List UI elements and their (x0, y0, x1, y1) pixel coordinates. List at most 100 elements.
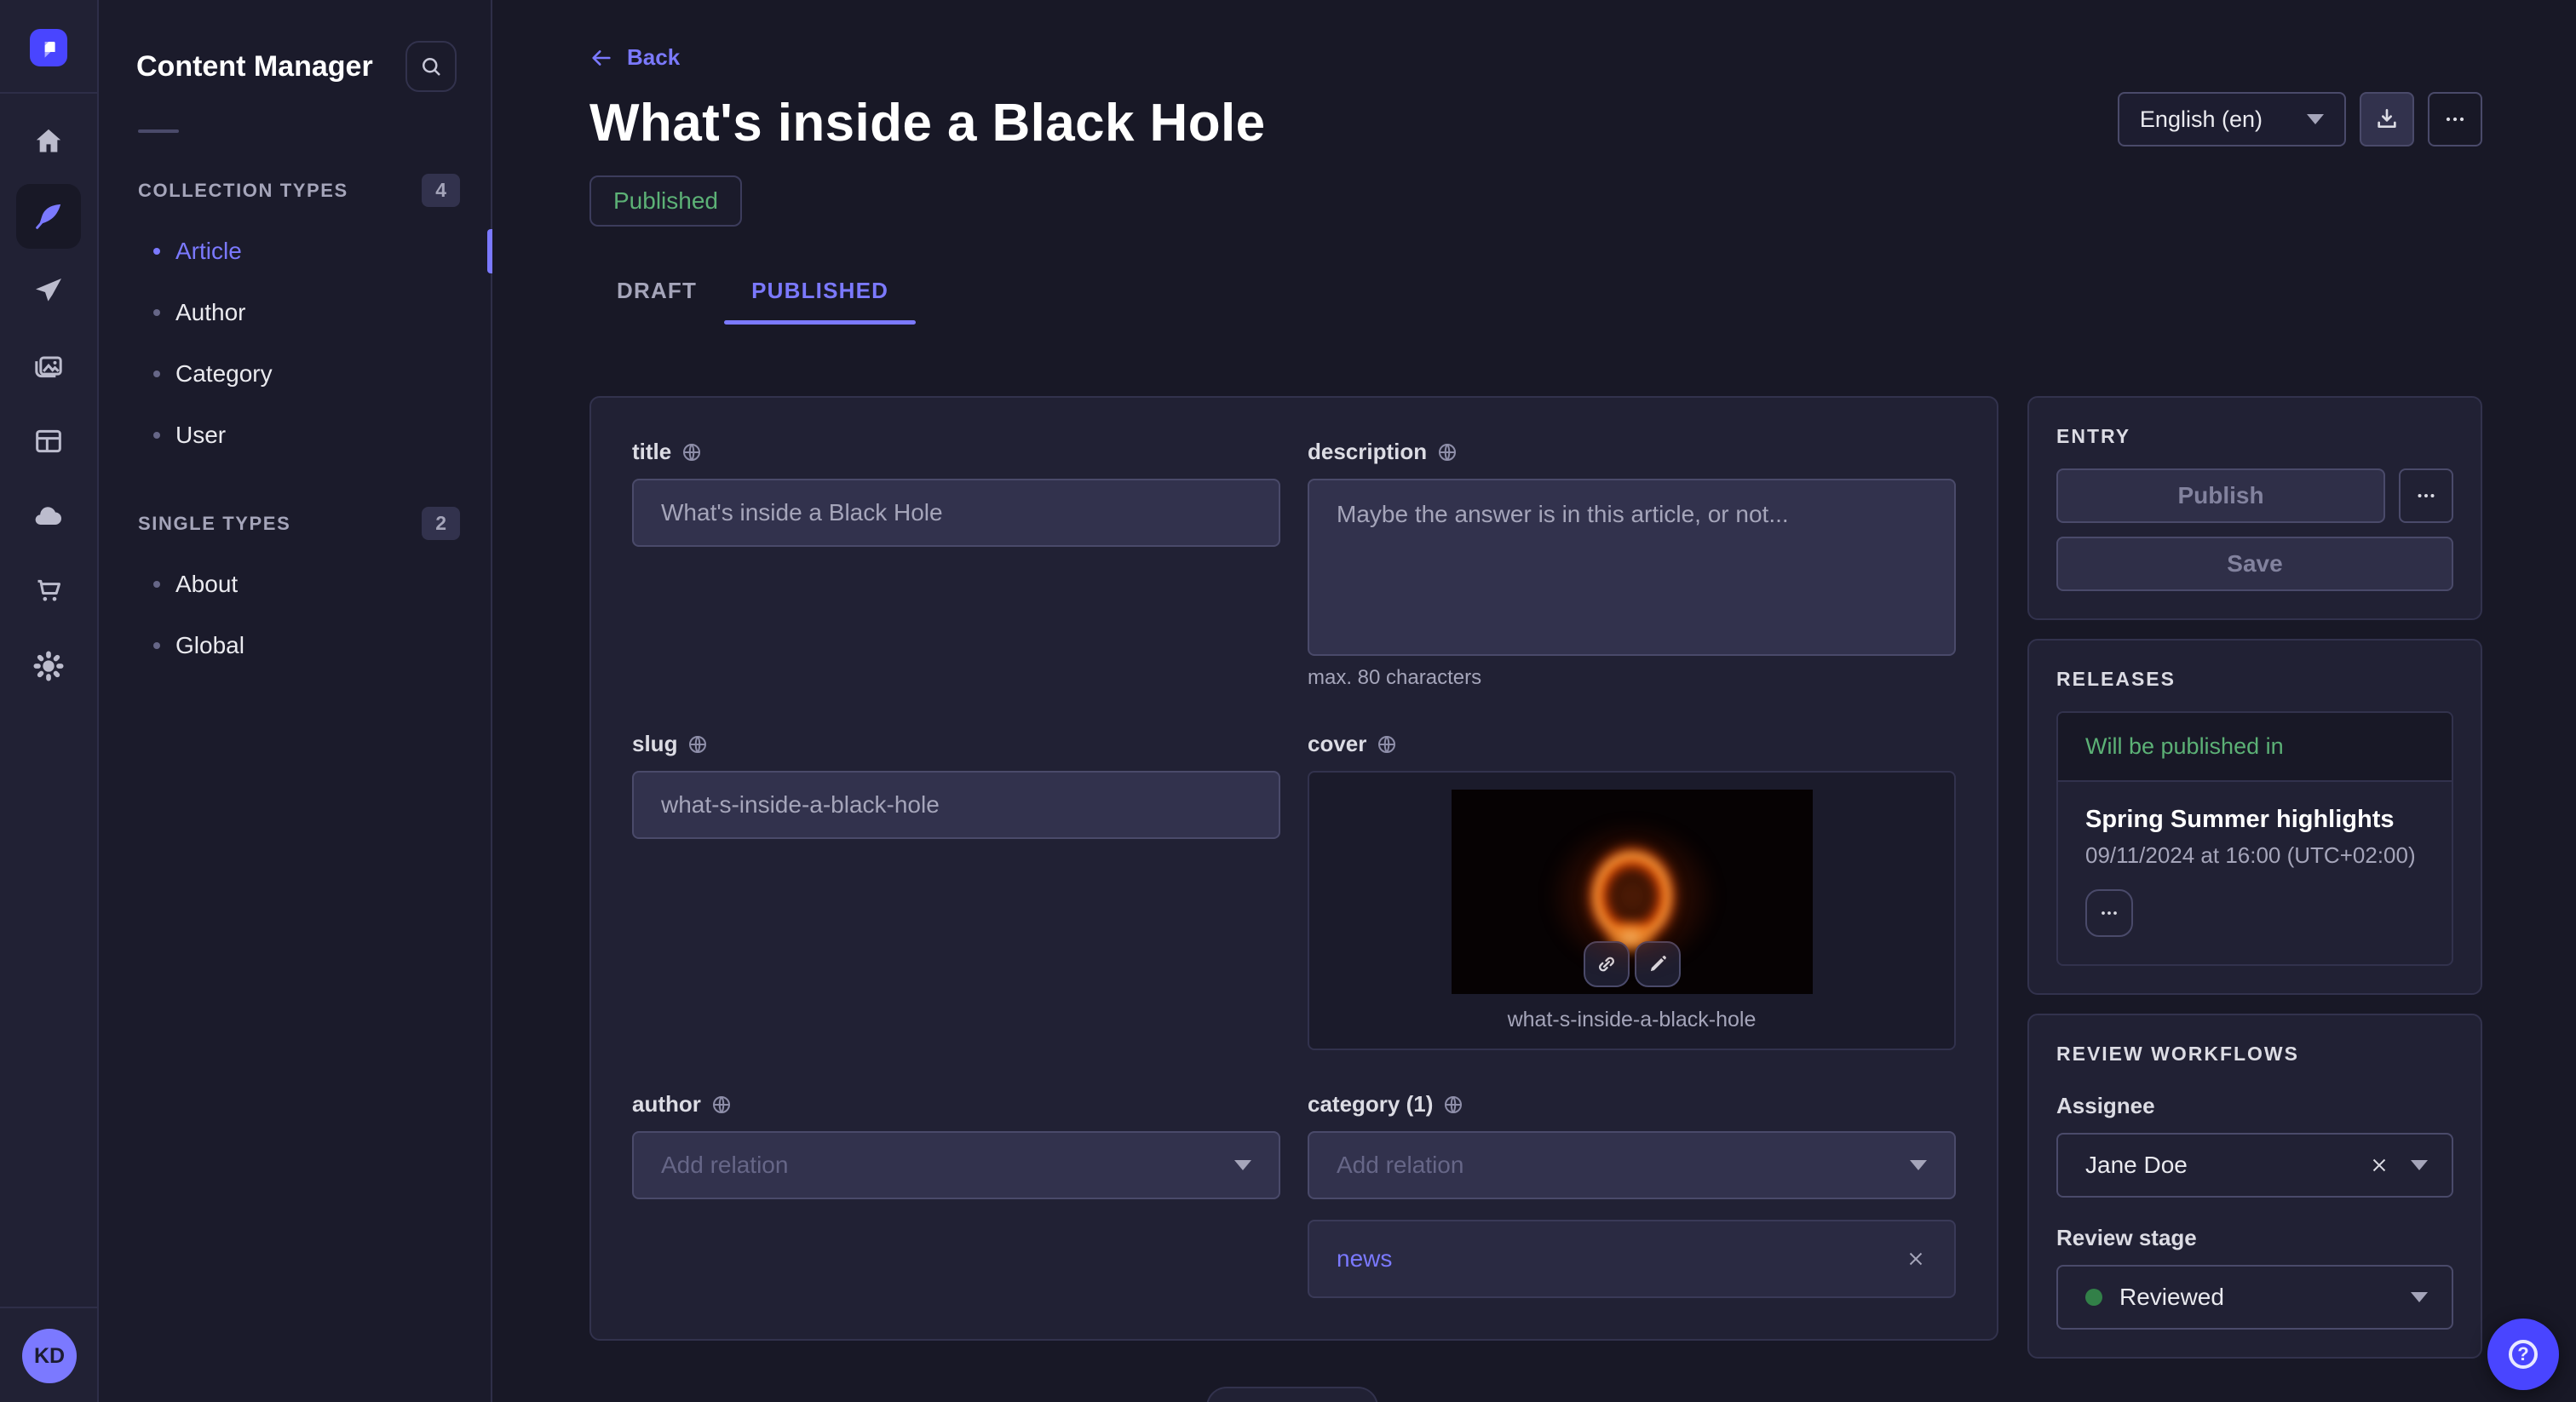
nav-bottom-divider (0, 1307, 97, 1308)
review-panel-title: REVIEW WORKFLOWS (2056, 1043, 2453, 1066)
locale-value: English (en) (2140, 106, 2263, 133)
chevron-down-icon (1234, 1160, 1251, 1170)
release-name: Spring Summer highlights (2085, 806, 2424, 834)
close-icon (2368, 1154, 2390, 1176)
main-content: Back English (en) What's inside a Black … (492, 0, 2576, 1402)
assignee-value: Jane Doe (2085, 1152, 2188, 1179)
assignee-combobox[interactable]: Jane Doe (2056, 1133, 2453, 1198)
gear-icon (32, 649, 66, 683)
nav-content-manager[interactable] (16, 184, 81, 249)
sidebar-item-label: Author (175, 299, 246, 326)
version-tabs: DRAFT PUBLISHED (589, 278, 2482, 325)
field-label: description (1308, 439, 1427, 465)
sidebar-title: Content Manager (136, 50, 373, 83)
bullet-icon (153, 371, 160, 377)
sidebar-item-label: Category (175, 360, 273, 388)
sidebar-item-user[interactable]: User (99, 405, 491, 466)
globe-icon (687, 734, 708, 755)
import-export-button[interactable] (2360, 92, 2414, 147)
sidebar-item-label: Global (175, 632, 244, 659)
bullet-icon (153, 248, 160, 255)
tab-draft[interactable]: DRAFT (589, 278, 724, 325)
title-value: What's inside a Black Hole (661, 499, 943, 526)
section-label: COLLECTION TYPES (138, 180, 348, 202)
sidebar-item-article[interactable]: Article (99, 221, 491, 282)
title-input[interactable]: What's inside a Black Hole (632, 479, 1280, 547)
link-icon (1595, 952, 1619, 976)
field-label: author (632, 1091, 701, 1118)
copy-link-button[interactable] (1584, 941, 1630, 987)
stage-value: Reviewed (2119, 1284, 2224, 1311)
more-horizontal-icon (2441, 106, 2469, 133)
header-more-button[interactable] (2428, 92, 2482, 147)
strapi-logo[interactable] (30, 29, 67, 66)
review-stage-select[interactable]: Reviewed (2056, 1265, 2453, 1330)
bullet-icon (153, 642, 160, 649)
sidebar-item-about[interactable]: About (99, 554, 491, 615)
field-cover: cover (1308, 731, 1956, 1050)
download-icon (2373, 106, 2401, 133)
slug-input[interactable]: what-s-inside-a-black-hole (632, 771, 1280, 839)
clear-assignee-button[interactable] (2368, 1154, 2390, 1176)
layout-icon (32, 424, 66, 458)
field-category: category (1) Add relation news (1308, 1091, 1956, 1298)
section-count-badge: 4 (422, 174, 460, 207)
combobox-placeholder: Add relation (1337, 1152, 1463, 1179)
edit-media-button[interactable] (1635, 941, 1681, 987)
back-label: Back (627, 44, 680, 71)
field-label: cover (1308, 731, 1366, 757)
right-rail: ENTRY Publish Save RELEASES Will be publ… (2027, 396, 2482, 1359)
collection-types-section: COLLECTION TYPES 4 Article Author Catego… (99, 174, 491, 466)
arrow-left-icon (589, 46, 613, 70)
sidebar-item-author[interactable]: Author (99, 282, 491, 343)
chevron-down-icon (2411, 1292, 2428, 1302)
nav-releases[interactable] (16, 259, 81, 324)
relation-link[interactable]: news (1337, 1245, 1392, 1273)
nav-deploy[interactable] (16, 484, 81, 549)
sidebar-item-global[interactable]: Global (99, 615, 491, 676)
help-button[interactable] (2487, 1319, 2559, 1390)
user-avatar[interactable]: KD (22, 1329, 77, 1383)
avatar-initials: KD (34, 1344, 65, 1369)
back-link[interactable]: Back (589, 44, 680, 71)
tab-published[interactable]: PUBLISHED (724, 278, 916, 325)
content-manager-sidebar: Content Manager COLLECTION TYPES 4 Artic… (99, 0, 492, 1402)
description-value: Maybe the answer is in this article, or … (1337, 501, 1789, 528)
cloud-icon (32, 499, 66, 533)
bullet-icon (153, 309, 160, 316)
releases-panel-title: RELEASES (2056, 668, 2453, 691)
nav-marketplace[interactable] (16, 559, 81, 623)
search-button[interactable] (405, 41, 457, 92)
globe-icon (1437, 442, 1458, 463)
description-textarea[interactable]: Maybe the answer is in this article, or … (1308, 479, 1956, 656)
chevron-down-icon (2307, 114, 2324, 124)
chevron-down-icon (2411, 1160, 2428, 1170)
field-slug: slug what-s-inside-a-black-hole (632, 731, 1280, 1050)
globe-icon (1443, 1095, 1463, 1115)
author-relation-combobox[interactable]: Add relation (632, 1131, 1280, 1199)
release-status: Will be published in (2058, 713, 2452, 782)
release-card: Will be published in Spring Summer highl… (2056, 711, 2453, 966)
category-relation-combobox[interactable]: Add relation (1308, 1131, 1956, 1199)
nav-home[interactable] (16, 109, 81, 174)
entry-panel: ENTRY Publish Save (2027, 396, 2482, 620)
globe-icon (681, 442, 702, 463)
nav-media-library[interactable] (16, 334, 81, 399)
description-hint: max. 80 characters (1308, 666, 1956, 690)
combobox-placeholder: Add relation (661, 1152, 788, 1179)
question-mark-icon (2509, 1340, 2538, 1369)
entry-more-button[interactable] (2399, 468, 2453, 523)
remove-relation-button[interactable] (1905, 1248, 1927, 1270)
nav-settings[interactable] (16, 634, 81, 698)
home-icon (32, 124, 66, 158)
main-nav: KD (0, 0, 99, 1402)
sidebar-item-category[interactable]: Category (99, 343, 491, 405)
section-count-badge: 2 (422, 507, 460, 540)
locale-select[interactable]: English (en) (2118, 92, 2346, 147)
release-more-button[interactable] (2085, 889, 2133, 937)
nav-content-type-builder[interactable] (16, 409, 81, 474)
cart-icon (32, 574, 66, 608)
publish-button[interactable]: Publish (2056, 468, 2385, 523)
save-button[interactable]: Save (2056, 537, 2453, 591)
field-title: title What's inside a Black Hole (632, 439, 1280, 690)
